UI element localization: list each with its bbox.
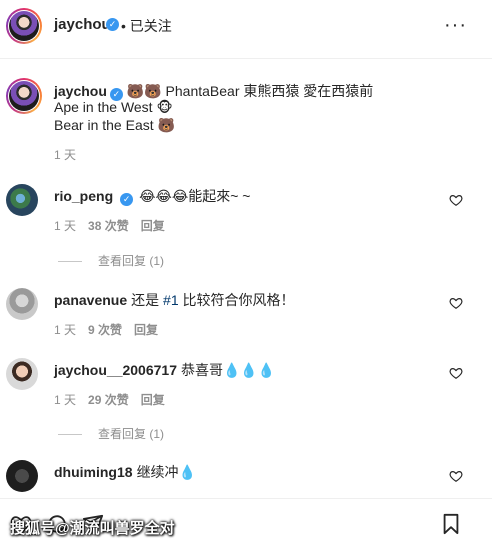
heart-icon[interactable] <box>449 193 463 207</box>
comment-username[interactable]: panavenue <box>54 292 127 308</box>
follow-status[interactable]: • 已关注 <box>121 16 172 36</box>
comment-likes[interactable]: 9 次赞 <box>88 323 122 337</box>
comment-panavenue: panavenue 还是 #1 比较符合你风格！ <box>54 290 295 310</box>
separator: • <box>121 18 126 34</box>
comment-avatar-jaychou-2006717[interactable] <box>6 358 38 390</box>
heart-icon[interactable] <box>449 366 463 380</box>
heart-icon[interactable] <box>449 469 463 483</box>
view-replies-label[interactable]: 查看回复 (1) <box>98 427 164 441</box>
comment-body-before: 还是 <box>131 292 164 308</box>
comment-body: 😂😂😂能起來~ ~ <box>139 188 251 204</box>
comment-rio-peng: rio_peng ✓ 😂😂😂能起來~ ~ <box>54 186 250 206</box>
header-username[interactable]: jaychou <box>54 16 111 33</box>
heart-icon[interactable] <box>449 296 463 310</box>
watermark: 搜狐号@潮流叫兽罗全对 <box>10 520 175 537</box>
caption-avatar[interactable] <box>9 81 39 111</box>
caption-line-1: jaychou ✓ 🐻🐻 PhantaBear 東熊西猿 愛在西猿前 <box>54 81 373 101</box>
reply-button[interactable]: 回复 <box>141 219 165 233</box>
view-replies-label[interactable]: 查看回复 (1) <box>98 254 164 268</box>
caption-line-3: Bear in the East 🐻 <box>54 117 175 133</box>
comment-username[interactable]: jaychou__2006717 <box>54 362 177 378</box>
caption-username[interactable]: jaychou <box>54 83 107 99</box>
comment-meta-jaychou-2006717: 1 天 29 次赞 回复 <box>54 391 177 408</box>
caption-line-2: Ape in the West 🐵 <box>54 99 173 115</box>
comment-likes[interactable]: 38 次赞 <box>88 219 129 233</box>
hashtag-link[interactable]: #1 <box>163 292 179 308</box>
comment-body-after: 比较符合你风格！ <box>178 292 295 308</box>
follow-button-label[interactable]: 已关注 <box>130 18 172 34</box>
header-divider <box>0 58 492 59</box>
bookmark-icon[interactable] <box>440 513 462 535</box>
comment-likes[interactable]: 29 次赞 <box>88 393 129 407</box>
comment-meta-rio-peng: 1 天 38 次赞 回复 <box>54 217 177 234</box>
caption-time: 1 天 <box>54 148 77 162</box>
comment-avatar-panavenue[interactable] <box>6 288 38 320</box>
comment-jaychou-2006717: jaychou__2006717 恭喜哥💧💧💧 <box>54 360 275 380</box>
comment-body: 继续冲💧 <box>136 464 196 480</box>
view-replies-rio-peng[interactable]: 查看回复 (1) <box>58 252 164 269</box>
divider-dash <box>58 434 82 436</box>
comment-time: 1 天 <box>54 323 77 337</box>
comment-avatar-rio-peng[interactable] <box>6 184 38 216</box>
comment-time: 1 天 <box>54 393 77 407</box>
comment-username[interactable]: dhuiming18 <box>54 464 133 480</box>
comment-avatar-dhuiming18[interactable] <box>6 460 38 492</box>
header-avatar[interactable] <box>9 11 39 41</box>
comment-meta-panavenue: 1 天 9 次赞 回复 <box>54 321 170 338</box>
divider-dash <box>58 261 82 263</box>
view-replies-jaychou-2006717[interactable]: 查看回复 (1) <box>58 425 164 442</box>
comment-time: 1 天 <box>54 219 77 233</box>
verified-icon: ✓ <box>120 193 134 206</box>
comment-username[interactable]: rio_peng <box>54 188 113 204</box>
comment-dhuiming18: dhuiming18 继续冲💧 <box>54 462 196 482</box>
comment-body: 恭喜哥💧💧💧 <box>180 362 276 378</box>
reply-button[interactable]: 回复 <box>141 393 165 407</box>
header-avatar-ring[interactable] <box>6 8 42 44</box>
more-icon[interactable]: ··· <box>444 14 467 37</box>
verified-icon: ✓ <box>106 18 119 31</box>
caption-avatar-ring[interactable] <box>6 78 42 114</box>
caption-text-1: 🐻🐻 PhantaBear 東熊西猿 愛在西猿前 <box>126 83 374 99</box>
reply-button[interactable]: 回复 <box>134 323 158 337</box>
